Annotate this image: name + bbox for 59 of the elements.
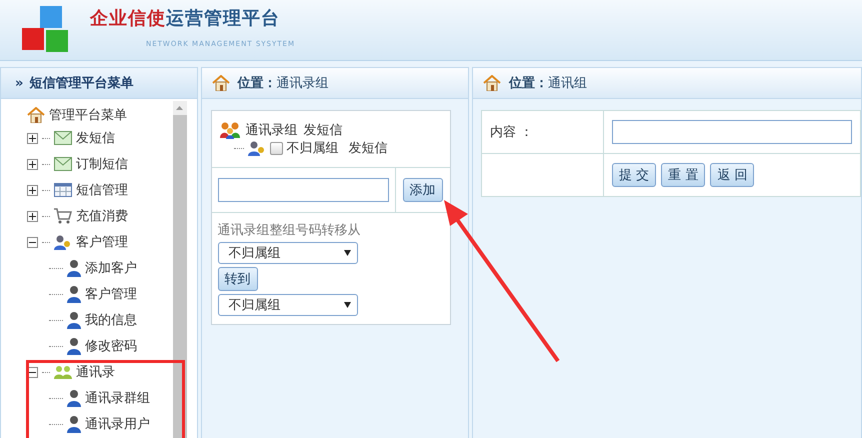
send-sms-link[interactable]: 发短信 [304,121,343,139]
menu-item[interactable]: 通讯录群组 [85,389,150,407]
checkbox[interactable] [270,142,283,154]
content-input[interactable] [612,120,852,144]
envelope-icon [54,131,72,145]
person-icon [67,389,81,407]
menu-root[interactable]: 管理平台菜单 [49,106,127,124]
person-icon [67,311,81,329]
form-button[interactable]: 提 交 [612,163,656,187]
form-button[interactable]: 返 回 [710,163,754,187]
app-title: 企业信使运营管理平台 [90,8,280,29]
transfer-label: 通讯录组整组号码转移从 [218,222,361,239]
expand-icon[interactable] [27,132,38,144]
menu-item[interactable]: 添加客户 [85,259,137,277]
add-button[interactable]: 添加 [402,178,443,202]
menu-item[interactable]: 客户管理 [76,233,128,251]
group-label[interactable]: 通讯录组 [246,121,298,139]
group-name-input[interactable] [218,178,389,202]
cart-icon [54,208,72,224]
expand-icon[interactable] [27,210,38,222]
users-icon [248,140,266,156]
move-to-button[interactable]: 转到 [218,267,258,291]
person-icon [67,285,81,303]
dropdown-caret-icon [344,250,351,256]
table-icon [54,183,72,197]
users-icon [54,234,72,250]
chevron-glyph: » [15,76,24,90]
collapse-icon[interactable] [27,236,38,248]
envelope-icon [54,157,72,171]
home-icon [483,75,501,91]
form-button[interactable]: 重 置 [661,163,706,187]
sidebar-title: 短信管理平台菜单 [29,75,134,92]
content-label: 内容 ： [490,125,534,140]
send-sms-link[interactable]: 发短信 [348,139,388,157]
menu-item[interactable]: 修改密码 [85,337,137,355]
person-icon [67,259,81,277]
group-label[interactable]: 不归属组 [286,139,339,157]
person-icon [67,415,81,433]
expand-icon[interactable] [27,158,38,170]
menu-item[interactable]: 充值消费 [76,207,128,225]
menu-item[interactable]: 发短信 [76,129,115,147]
menu-item[interactable]: 客户管理 [85,285,137,303]
people-icon [220,121,240,139]
menu-item[interactable]: 通讯录用户 [85,415,150,433]
source-group-select[interactable]: 不归属组 [218,242,358,264]
menu-item[interactable]: 通讯录 [76,363,115,381]
person-icon [67,337,81,355]
scrollbar[interactable] [172,101,187,438]
home-icon [212,75,230,91]
breadcrumb: 位置：通讯录组 [238,75,329,92]
target-group-select[interactable]: 不归属组 [218,294,358,316]
menu-item[interactable]: 订制短信 [76,155,128,173]
users-icon [54,364,72,380]
menu-item[interactable]: 短信管理 [76,181,128,199]
breadcrumb: 位置：通讯组 [509,75,587,92]
home-icon [27,107,45,123]
expand-icon[interactable] [27,184,38,196]
dropdown-caret-icon [344,302,351,308]
menu-item[interactable]: 我的信息 [85,311,137,329]
